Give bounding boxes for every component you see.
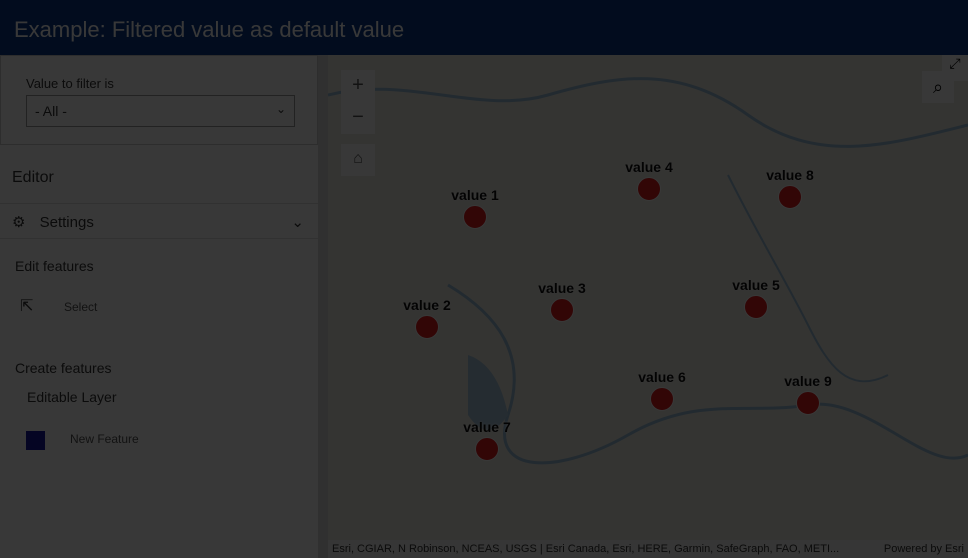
map-point-label: value 4 bbox=[625, 159, 673, 175]
map-view[interactable]: value 1 value 2 value 3 value 4 value 5 value… bbox=[328, 55, 968, 558]
map-point-marker[interactable] bbox=[796, 391, 820, 415]
map-point-marker[interactable] bbox=[744, 295, 768, 319]
map-point-label: value 5 bbox=[732, 277, 780, 293]
sidebar: Value to filter is - All - ⌄ Editor ⚙ Set… bbox=[0, 55, 318, 558]
map-point-marker[interactable] bbox=[778, 185, 802, 209]
home-icon[interactable]: ⌂ bbox=[341, 144, 375, 176]
app-title: Example: Filtered value as default value bbox=[0, 0, 968, 55]
cursor-arrow-icon: ⇱ bbox=[20, 298, 34, 315]
map-point-label: value 8 bbox=[766, 167, 814, 183]
layer-name: Editable Layer bbox=[27, 389, 117, 405]
zoom-out-button[interactable]: − bbox=[341, 102, 375, 134]
zoom-in-button[interactable]: + bbox=[341, 70, 375, 102]
filter-label: Value to filter is bbox=[26, 76, 114, 91]
map-point-marker[interactable] bbox=[463, 205, 487, 229]
map-point-marker[interactable] bbox=[415, 315, 439, 339]
panel-splitter[interactable] bbox=[318, 55, 328, 558]
map-point-marker[interactable] bbox=[475, 437, 499, 461]
settings-toggle[interactable]: ⚙ Settings ⌄ bbox=[0, 203, 318, 239]
map-point-label: value 6 bbox=[638, 369, 686, 385]
map-point-label: value 3 bbox=[538, 280, 586, 296]
filter-select[interactable]: - All - ⌄ bbox=[26, 95, 295, 127]
editor-title: Editor bbox=[12, 169, 54, 186]
chevron-down-icon: ⌄ bbox=[275, 102, 286, 116]
filter-panel: Value to filter is - All - ⌄ bbox=[0, 55, 318, 145]
search-icon[interactable]: ⌕ bbox=[922, 71, 954, 103]
chevron-down-icon: ⌄ bbox=[291, 214, 304, 231]
create-features-heading: Create features bbox=[15, 360, 112, 376]
map-point-marker[interactable] bbox=[550, 298, 574, 322]
map-point-label: value 1 bbox=[451, 187, 499, 203]
settings-label: Settings bbox=[39, 214, 94, 231]
map-point-marker[interactable] bbox=[637, 177, 661, 201]
map-point-marker[interactable] bbox=[650, 387, 674, 411]
select-label[interactable]: Select bbox=[64, 300, 97, 314]
new-feature-button[interactable]: New Feature bbox=[70, 432, 139, 446]
select-tool[interactable]: ⇱ bbox=[20, 296, 33, 316]
feature-swatch-icon[interactable] bbox=[26, 431, 45, 450]
edit-features-heading: Edit features bbox=[15, 258, 94, 274]
attribution-text: Esri, CGIAR, N Robinson, NCEAS, USGS | E… bbox=[332, 543, 840, 555]
map-point-label: value 9 bbox=[784, 373, 832, 389]
map-point-label: value 7 bbox=[463, 419, 511, 435]
filter-selected-value: - All - bbox=[35, 103, 67, 119]
map-point-label: value 2 bbox=[403, 297, 451, 313]
gear-icon: ⚙ bbox=[12, 214, 26, 231]
powered-by-esri[interactable]: Powered by Esri bbox=[884, 543, 964, 555]
map-attribution: Esri, CGIAR, N Robinson, NCEAS, USGS | E… bbox=[328, 540, 968, 558]
